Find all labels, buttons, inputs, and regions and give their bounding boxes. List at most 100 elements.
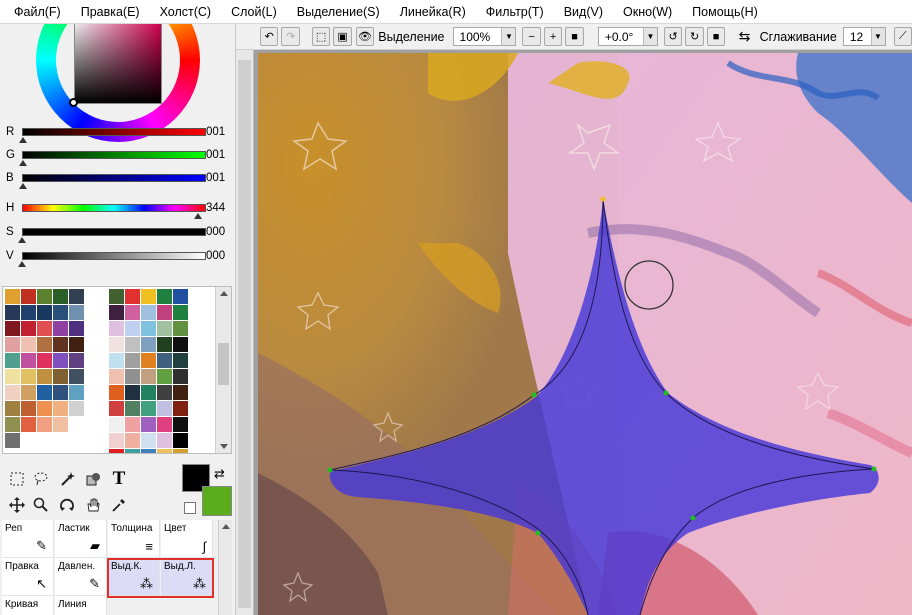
scroll-up-icon[interactable]: [222, 524, 230, 529]
slider-track[interactable]: [22, 228, 206, 236]
menu-item-8[interactable]: Окно(W): [613, 0, 682, 24]
palette-swatch[interactable]: [109, 289, 124, 304]
palette-swatch[interactable]: [157, 369, 172, 384]
palette-swatch[interactable]: [173, 385, 188, 400]
palette-swatch[interactable]: [53, 353, 68, 368]
palette-swatch[interactable]: [157, 289, 172, 304]
text-tool-icon[interactable]: T: [108, 468, 130, 490]
palette-swatch[interactable]: [173, 337, 188, 352]
palette-swatch[interactable]: [141, 321, 156, 336]
slider-track[interactable]: [22, 151, 206, 159]
palette-swatch[interactable]: [157, 449, 172, 453]
rotate-icon[interactable]: [56, 494, 78, 516]
palette-swatch[interactable]: [21, 385, 36, 400]
palette-swatch[interactable]: [109, 385, 124, 400]
palette-swatch[interactable]: [125, 433, 140, 448]
deselect-icon[interactable]: ⬚: [311, 27, 331, 46]
rotate-reset-button[interactable]: ■: [706, 27, 726, 46]
menu-item-0[interactable]: Файл(F): [4, 0, 71, 24]
palette-swatch[interactable]: [109, 449, 124, 453]
slider-track[interactable]: [22, 128, 206, 136]
palette-swatch[interactable]: [69, 433, 84, 448]
palette-swatch[interactable]: [37, 321, 52, 336]
angle-select[interactable]: +0.0° ▼: [597, 27, 658, 46]
palette-swatch[interactable]: [109, 353, 124, 368]
palette-swatch[interactable]: [141, 353, 156, 368]
zoom-reset-button[interactable]: ■: [565, 27, 584, 46]
palette-swatch[interactable]: [141, 289, 156, 304]
menu-item-9[interactable]: Помощь(H): [682, 0, 768, 24]
lasso-icon[interactable]: [30, 468, 52, 490]
rotate-right-button[interactable]: ↻: [685, 27, 704, 46]
palette-swatch[interactable]: [173, 417, 188, 432]
palette-swatch[interactable]: [141, 337, 156, 352]
slider-track[interactable]: [22, 252, 206, 260]
hand-icon[interactable]: [82, 494, 104, 516]
palette-swatch[interactable]: [173, 369, 188, 384]
zoom-out-button[interactable]: −: [522, 27, 541, 46]
artwork-canvas[interactable]: [258, 53, 912, 615]
palette-swatch[interactable]: [173, 289, 188, 304]
slider-thumb[interactable]: [18, 160, 27, 166]
palette-swatch[interactable]: [141, 433, 156, 448]
palette-swatch[interactable]: [37, 417, 52, 432]
palette-swatch[interactable]: [53, 385, 68, 400]
palette-swatch[interactable]: [157, 433, 172, 448]
palette-swatch[interactable]: [141, 385, 156, 400]
palette-swatch[interactable]: [173, 305, 188, 320]
palette-swatch[interactable]: [5, 369, 20, 384]
palette-swatch[interactable]: [69, 321, 84, 336]
scroll-thumb[interactable]: [238, 60, 251, 608]
palette-swatch[interactable]: [157, 353, 172, 368]
magic-wand-icon[interactable]: [56, 468, 78, 490]
palette-swatch[interactable]: [69, 369, 84, 384]
menu-item-2[interactable]: Холст(C): [150, 0, 222, 24]
move-icon[interactable]: [6, 494, 28, 516]
palette-swatch[interactable]: [109, 433, 124, 448]
palette-swatch[interactable]: [173, 321, 188, 336]
palette-swatch[interactable]: [53, 417, 68, 432]
palette-swatch[interactable]: [173, 449, 188, 453]
brush-1[interactable]: Ластик ▰: [55, 520, 107, 558]
palette-swatch[interactable]: [125, 417, 140, 432]
palette-swatch[interactable]: [141, 449, 156, 453]
select-all-icon[interactable]: ▣: [333, 27, 352, 46]
palette-swatch[interactable]: [5, 321, 20, 336]
slider-b[interactable]: B 001: [6, 170, 232, 190]
palette-swatch[interactable]: [125, 337, 140, 352]
chevron-down-icon[interactable]: ▼: [642, 28, 657, 45]
palette-swatch[interactable]: [109, 321, 124, 336]
palette-swatch[interactable]: [157, 337, 172, 352]
menu-item-3[interactable]: Слой(L): [221, 0, 287, 24]
palette-swatch[interactable]: [53, 369, 68, 384]
palette-swatch[interactable]: [69, 353, 84, 368]
palette-swatch[interactable]: [5, 337, 20, 352]
slider-g[interactable]: G 001: [6, 147, 232, 167]
brush-8[interactable]: Кривая: [2, 596, 54, 615]
palette-swatch[interactable]: [125, 321, 140, 336]
brush-9[interactable]: Линия: [55, 596, 107, 615]
canvas-area[interactable]: [236, 50, 912, 615]
palette-scrollbar[interactable]: [215, 287, 231, 453]
slider-thumb[interactable]: [18, 261, 26, 267]
palette-swatch[interactable]: [53, 337, 68, 352]
palette-swatch[interactable]: [21, 417, 36, 432]
palette-swatch[interactable]: [125, 305, 140, 320]
palette-swatch[interactable]: [37, 433, 52, 448]
slider-v[interactable]: V 000: [6, 248, 232, 268]
palette-swatch[interactable]: [21, 289, 36, 304]
palette-swatch[interactable]: [37, 369, 52, 384]
zoom-select[interactable]: 100% ▼: [452, 27, 517, 46]
palette-swatch[interactable]: [173, 433, 188, 448]
palette-swatch[interactable]: [21, 321, 36, 336]
palette-swatch[interactable]: [109, 369, 124, 384]
palette-swatch[interactable]: [5, 353, 20, 368]
palette-swatch[interactable]: [109, 305, 124, 320]
palette-swatch[interactable]: [5, 289, 20, 304]
brush-2[interactable]: Толщина ≡: [108, 520, 160, 558]
scroll-up-icon[interactable]: [220, 291, 228, 296]
slider-track[interactable]: [22, 204, 206, 212]
background-color[interactable]: [202, 486, 232, 516]
palette-swatch[interactable]: [37, 289, 52, 304]
palette-swatch[interactable]: [37, 385, 52, 400]
